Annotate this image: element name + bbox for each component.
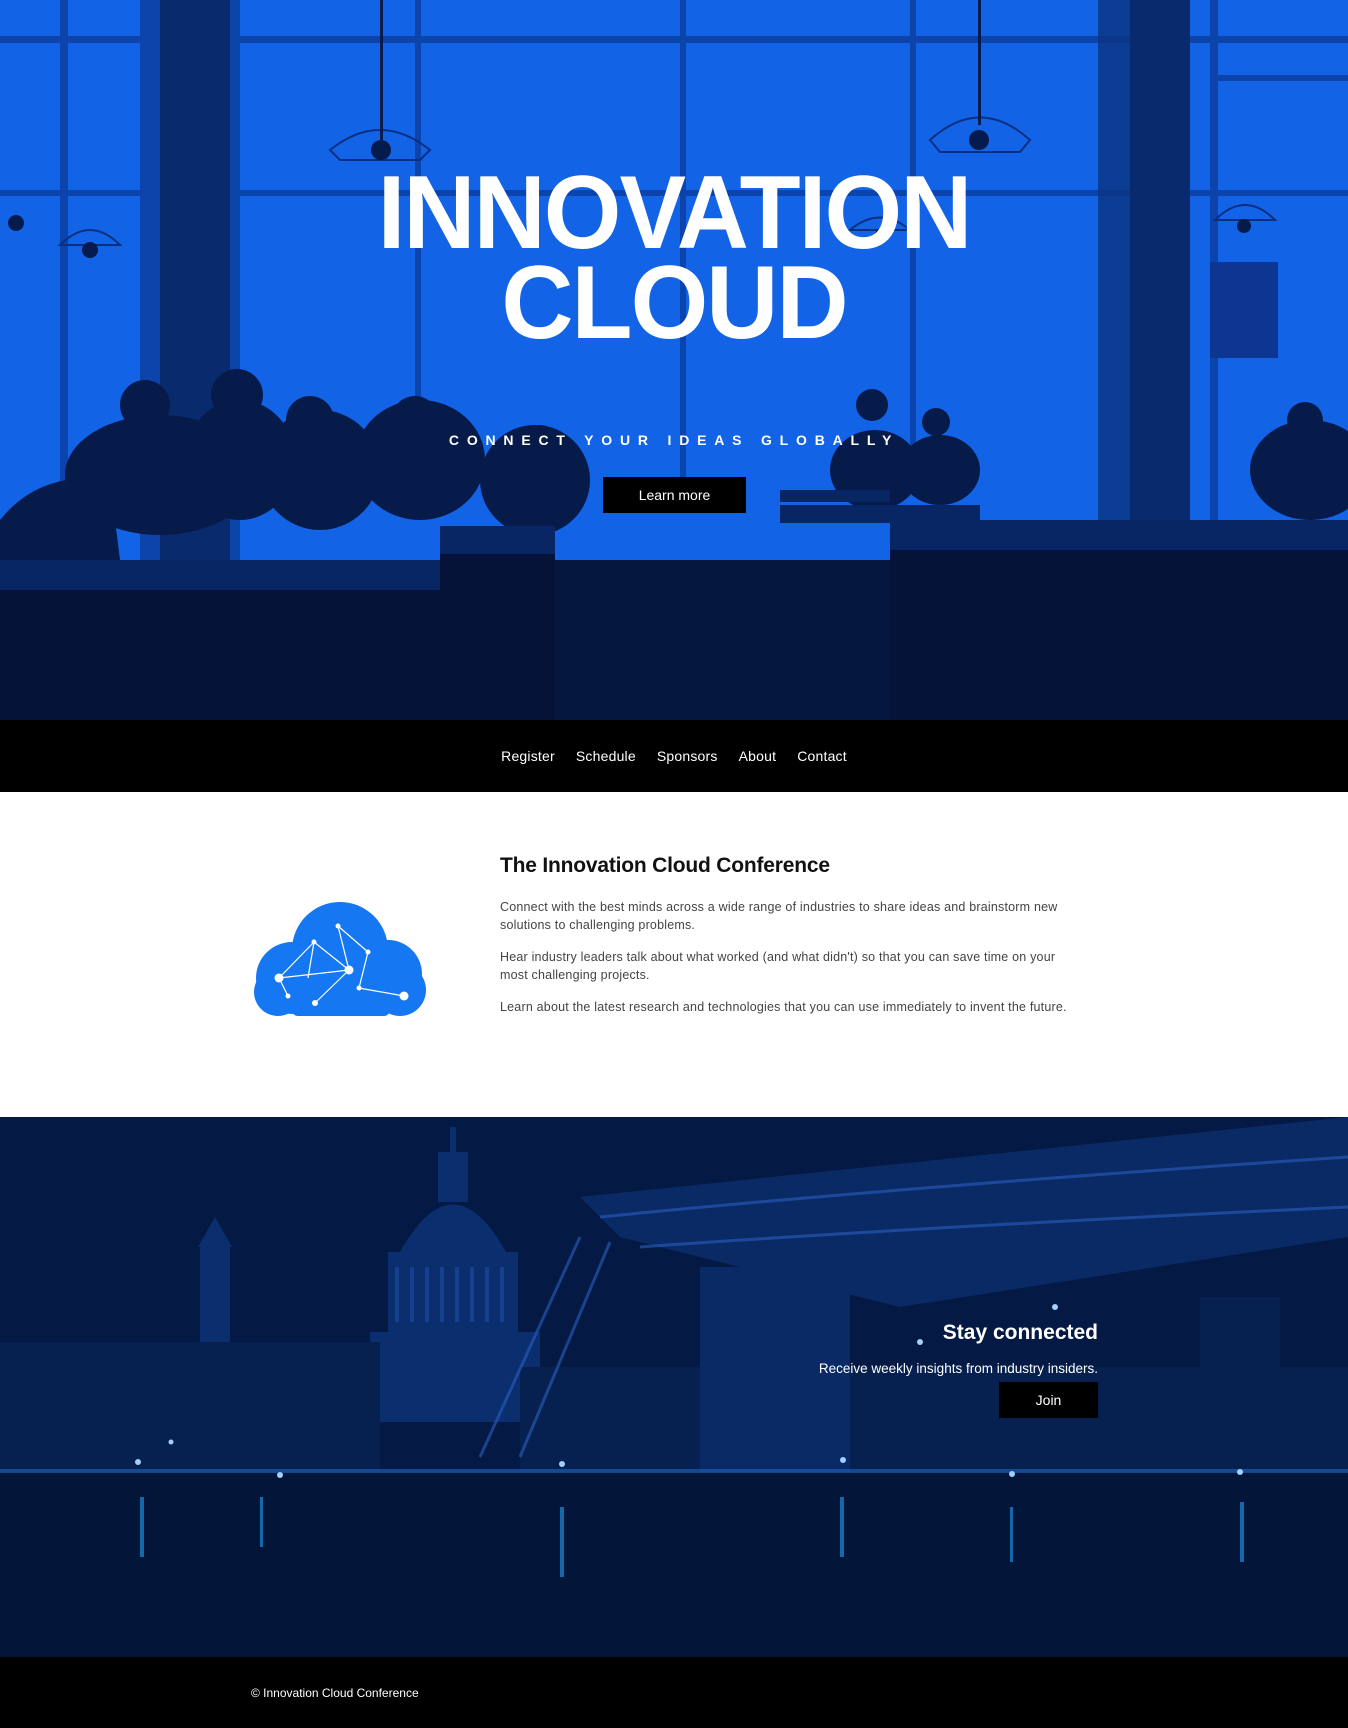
main-nav: Register Schedule Sponsors About Contact	[0, 720, 1348, 792]
footer-copyright: © Innovation Cloud Conference	[251, 1685, 419, 1700]
hero-tagline: CONNECT YOUR IDEAS GLOBALLY	[448, 432, 900, 448]
nav-item-sponsors[interactable]: Sponsors	[657, 748, 718, 764]
hero-title-line-2: CLOUD	[501, 245, 848, 361]
nav-item-register[interactable]: Register	[501, 748, 555, 764]
about-paragraph-2: Hear industry leaders talk about what wo…	[500, 950, 1056, 982]
nav-item-schedule[interactable]: Schedule	[576, 748, 636, 764]
learn-more-button[interactable]: Learn more	[603, 477, 746, 513]
footer: © Innovation Cloud Conference	[0, 1657, 1348, 1728]
about-heading: The Innovation Cloud Conference	[500, 854, 830, 877]
about-text: The Innovation Cloud Conference Connect …	[500, 854, 1080, 1030]
newsletter-box: Stay connected Receive weekly insights f…	[819, 1321, 1098, 1418]
connect-heading: Stay connected	[942, 1321, 1098, 1344]
connect-section: Stay connected Receive weekly insights f…	[0, 1117, 1348, 1657]
connect-text: Receive weekly insights from industry in…	[818, 1361, 1098, 1376]
hero-section: INNOVATION CLOUD CONNECT YOUR IDEAS GLOB…	[0, 0, 1348, 720]
join-button[interactable]: Join	[999, 1382, 1098, 1418]
nav-item-about[interactable]: About	[739, 748, 777, 764]
nav-item-contact[interactable]: Contact	[797, 748, 847, 764]
about-paragraph-1: Connect with the best minds across a wid…	[500, 900, 1058, 932]
cloud-network-icon	[254, 902, 426, 1016]
about-section: The Innovation Cloud Conference Connect …	[0, 792, 1348, 1117]
hero-title: INNOVATION CLOUD	[27, 161, 1321, 361]
city-night-background-image	[0, 1117, 1348, 1657]
about-paragraph-3: Learn about the latest research and tech…	[500, 1000, 1067, 1014]
